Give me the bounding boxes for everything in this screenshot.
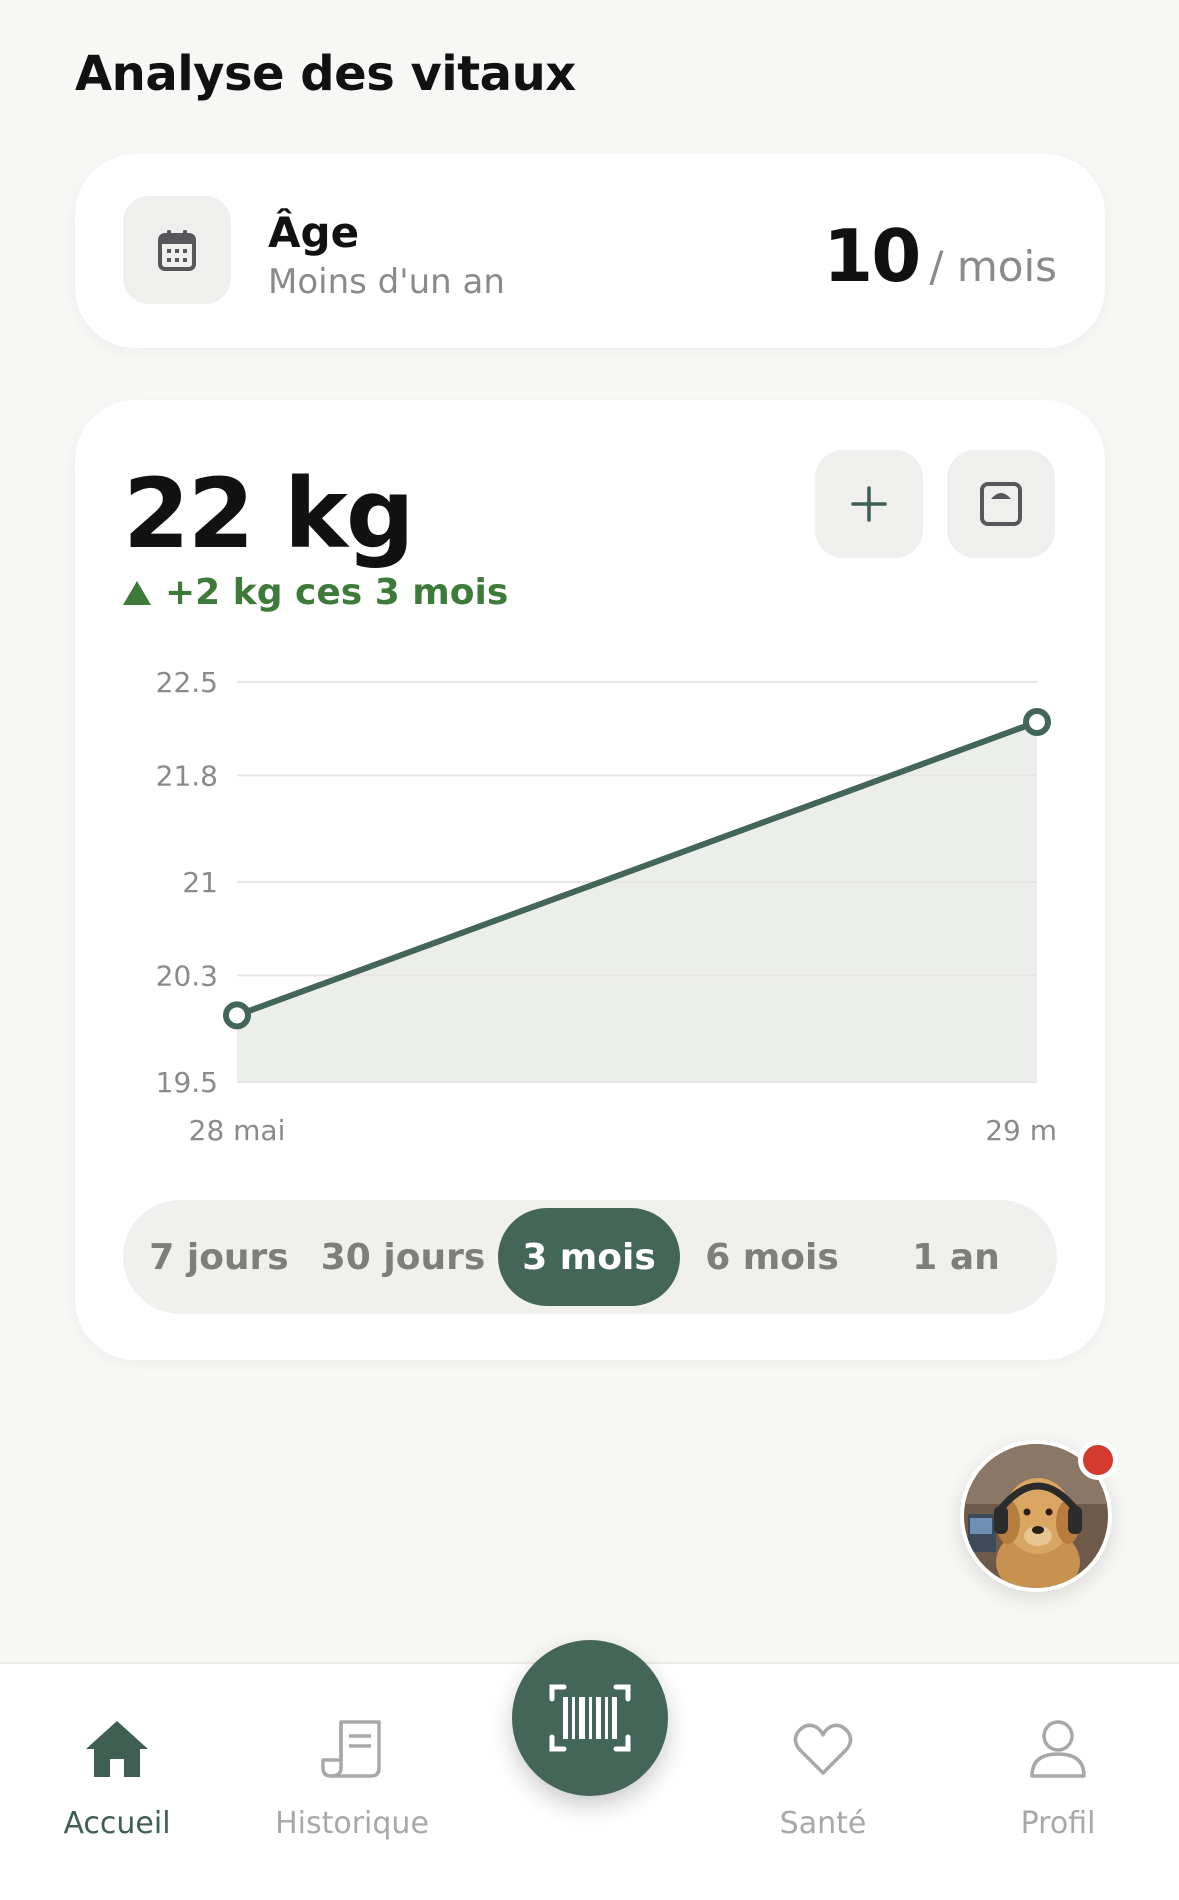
period-selector: 7 jours 30 jours 3 mois 6 mois 1 an: [123, 1200, 1057, 1314]
nav-label-accueil: Accueil: [63, 1806, 171, 1841]
barcode-scan-icon: [549, 1684, 631, 1752]
chart-y-tick-label: 21.8: [156, 759, 218, 792]
chart-y-tick-label: 19.5: [156, 1066, 218, 1099]
barcode-scan-button[interactable]: [512, 1640, 668, 1796]
page-title: Analyse des vitaux: [75, 46, 576, 102]
chart-data-point: [223, 1001, 251, 1030]
age-number: 10: [823, 214, 921, 298]
chart-y-tick-label: 22.5: [156, 666, 218, 699]
weight-value: 22 kg: [123, 458, 415, 570]
heart-icon: [781, 1712, 865, 1786]
plus-icon: [851, 486, 887, 522]
receipt-icon: [310, 1712, 394, 1786]
period-option-3-mois[interactable]: 3 mois: [498, 1208, 680, 1306]
scale-button[interactable]: [947, 450, 1055, 558]
calendar-icon: [123, 196, 231, 304]
weight-card: 22 kg +2 kg ces 3 mois 22.5 21.8 21 20.3 19.…: [75, 400, 1105, 1360]
age-card[interactable]: Âge Moins d'un an 10 / mois: [75, 154, 1105, 348]
weight-chart: 22.5 21.8 21 20.3 19.5 28 mai 29 m: [75, 630, 1105, 1190]
assistant-avatar-button[interactable]: [960, 1440, 1118, 1592]
notification-dot: [1078, 1440, 1118, 1480]
chart-y-tick-label: 21: [182, 866, 218, 899]
age-label: Âge: [268, 208, 360, 257]
nav-label-profil: Profil: [1020, 1806, 1096, 1841]
scale-icon: [980, 482, 1022, 526]
chart-x-tick-label: 28 mai: [189, 1114, 286, 1147]
age-value: 10 / mois: [823, 214, 1057, 298]
weight-trend-text: +2 kg ces 3 mois: [165, 572, 509, 613]
vitals-screen: Analyse des vitaux Âge Moins d'un an 10 …: [0, 0, 1179, 1900]
nav-item-sante[interactable]: Santé: [723, 1712, 923, 1841]
period-option-7-jours[interactable]: 7 jours: [131, 1208, 307, 1306]
age-unit: / mois: [929, 242, 1057, 291]
add-weight-button[interactable]: [815, 450, 923, 558]
user-icon: [1016, 1712, 1100, 1786]
period-option-6-mois[interactable]: 6 mois: [681, 1208, 863, 1306]
period-option-1-an[interactable]: 1 an: [865, 1208, 1047, 1306]
nav-item-profil[interactable]: Profil: [958, 1712, 1158, 1841]
chart-x-tick-label: 29 m: [985, 1114, 1057, 1147]
nav-label-historique: Historique: [275, 1806, 429, 1841]
age-sublabel: Moins d'un an: [268, 262, 505, 302]
nav-label-sante: Santé: [779, 1806, 867, 1841]
nav-item-historique[interactable]: Historique: [252, 1712, 452, 1841]
weight-chart-svg: 22.5 21.8 21 20.3 19.5 28 mai 29 m: [156, 666, 1057, 1147]
weight-trend: +2 kg ces 3 mois: [123, 572, 508, 613]
chart-y-tick-label: 20.3: [156, 959, 218, 992]
chart-data-point: [1023, 708, 1051, 736]
home-icon: [75, 1712, 159, 1786]
period-option-30-jours[interactable]: 30 jours: [315, 1208, 491, 1306]
nav-item-accueil[interactable]: Accueil: [17, 1712, 217, 1841]
trend-up-icon: [123, 580, 151, 605]
